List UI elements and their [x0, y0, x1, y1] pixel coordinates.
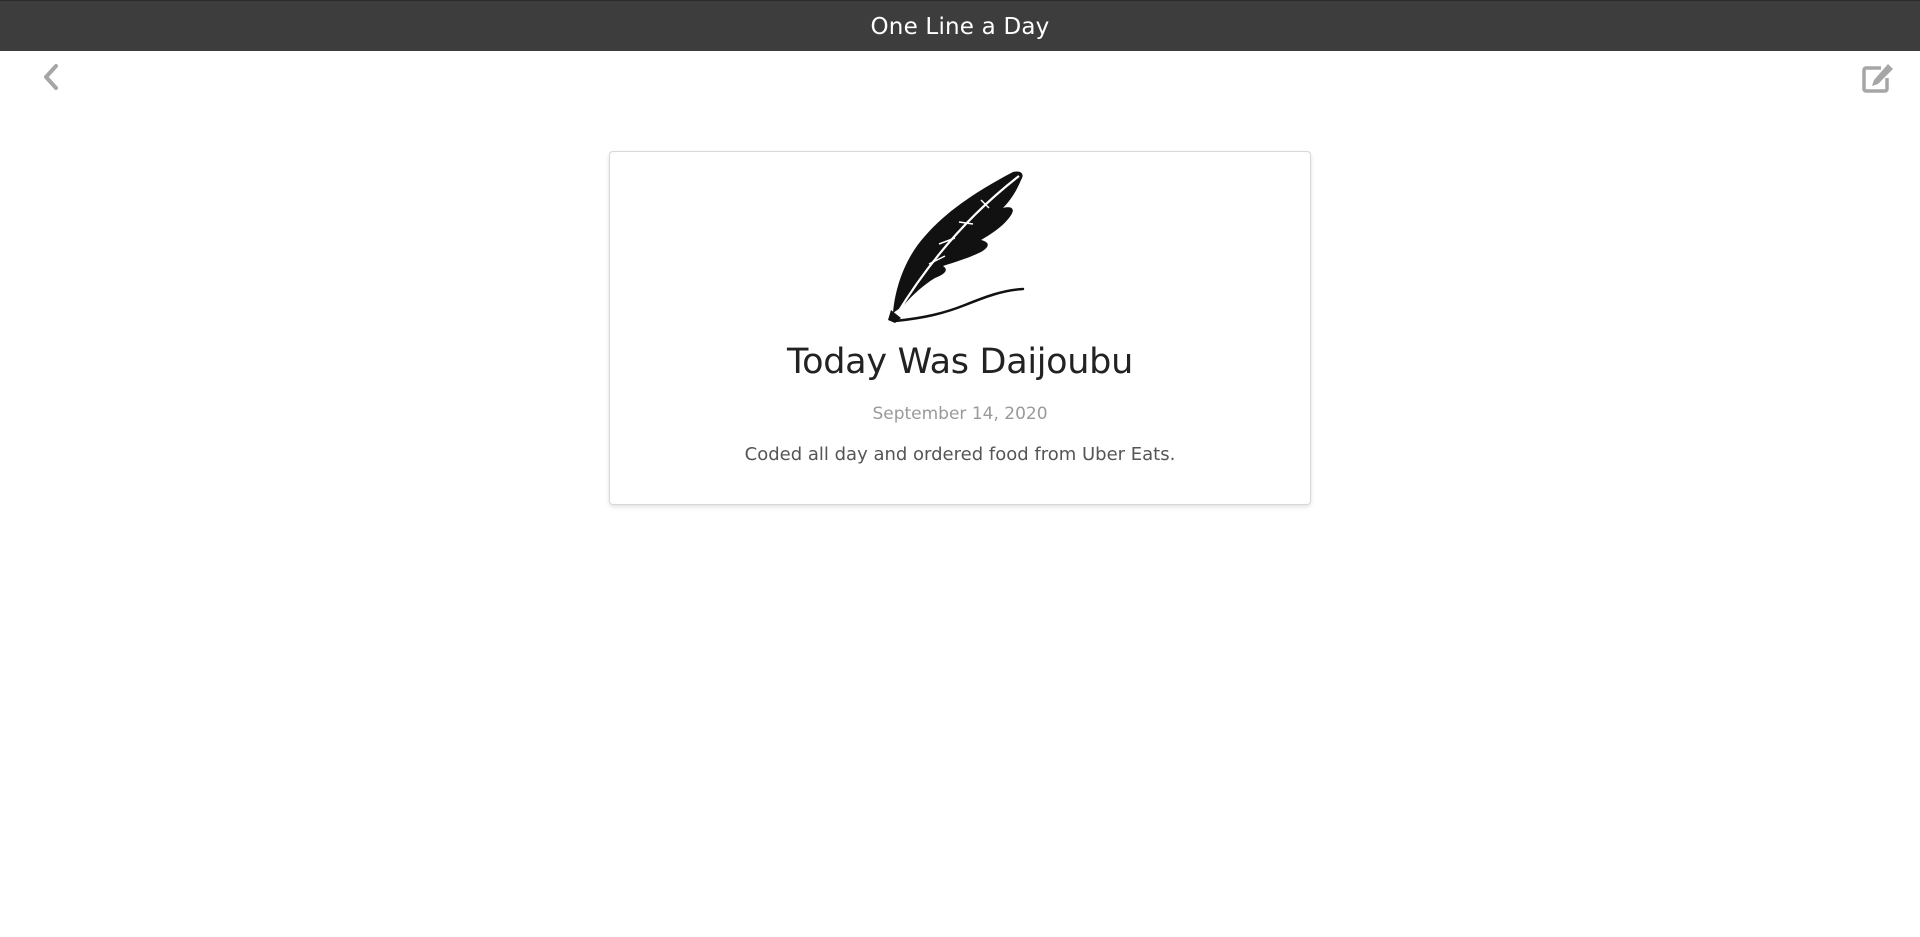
edit-button[interactable] — [1860, 60, 1896, 96]
entry-text: Coded all day and ordered food from Uber… — [744, 444, 1176, 465]
entry-title: Today Was Daijoubu — [787, 342, 1133, 382]
chevron-left-icon — [44, 64, 58, 90]
quill-pen-icon — [888, 171, 1025, 323]
entry-date: September 14, 2020 — [872, 404, 1048, 424]
edit-icon — [1862, 64, 1893, 93]
app-title: One Line a Day — [870, 13, 1050, 40]
entry-card: Today Was Daijoubu September 14, 2020 Co… — [609, 151, 1311, 505]
app-header: One Line a Day — [0, 0, 1920, 51]
back-button[interactable] — [36, 62, 66, 92]
